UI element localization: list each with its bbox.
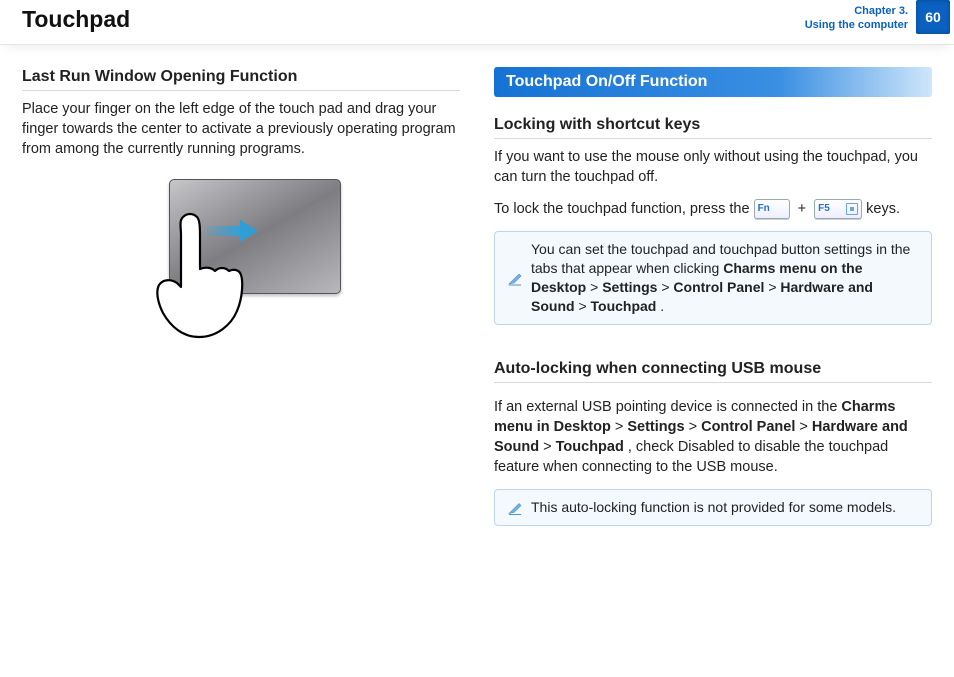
heading-locking: Locking with shortcut keys	[494, 115, 932, 139]
chapter-info: Chapter 3. Using the computer	[805, 4, 908, 32]
note-text: You can set the touchpad and touchpad bu…	[531, 240, 919, 316]
section-bar-onoff: Touchpad On/Off Function	[494, 67, 932, 97]
para-autolock: If an external USB pointing device is co…	[494, 397, 932, 477]
text-fragment: To lock the touchpad function, press the	[494, 201, 754, 217]
left-column: Last Run Window Opening Function Place y…	[22, 67, 460, 544]
path-segment: Settings	[602, 279, 657, 295]
finger-icon	[137, 211, 247, 341]
chapter-number: Chapter 3.	[805, 4, 908, 18]
note-icon	[507, 242, 523, 316]
plus-sign: +	[794, 201, 810, 217]
page-title: Touchpad	[22, 6, 130, 32]
path-segment: Control Panel	[673, 279, 764, 295]
path-segment: Touchpad	[556, 439, 624, 455]
breadcrumb-sep: >	[689, 419, 702, 435]
content-columns: Last Run Window Opening Function Place y…	[0, 67, 954, 544]
breadcrumb-sep: >	[799, 419, 812, 435]
breadcrumb-sep: >	[543, 439, 556, 455]
breadcrumb-sep: >	[590, 279, 602, 295]
para-locking-2: To lock the touchpad function, press the…	[494, 199, 932, 219]
key-f5: F5	[814, 199, 862, 219]
text-fragment: If an external USB pointing device is co…	[494, 399, 841, 415]
note-text: This auto-locking function is not provid…	[531, 498, 919, 517]
touchpad-illustration	[141, 179, 341, 294]
note-settings-path: You can set the touchpad and touchpad bu…	[494, 231, 932, 325]
touchpad-toggle-icon	[846, 203, 858, 215]
text-fragment: keys.	[866, 201, 900, 217]
right-column: Touchpad On/Off Function Locking with sh…	[494, 67, 932, 544]
path-segment: Settings	[627, 419, 684, 435]
key-fn: Fn	[754, 199, 790, 219]
breadcrumb-sep: >	[661, 279, 673, 295]
path-segment: Control Panel	[701, 419, 795, 435]
document-page: Touchpad Chapter 3. Using the computer 6…	[0, 0, 954, 677]
page-header: Touchpad Chapter 3. Using the computer 6…	[0, 0, 954, 45]
para-last-run: Place your finger on the left edge of th…	[22, 99, 460, 159]
breadcrumb-sep: >	[578, 298, 590, 314]
heading-last-run: Last Run Window Opening Function	[22, 67, 460, 91]
text-fragment: .	[660, 298, 664, 314]
breadcrumb-sep: >	[768, 279, 780, 295]
note-autolock-exception: This auto-locking function is not provid…	[494, 489, 932, 526]
para-locking-1: If you want to use the mouse only withou…	[494, 147, 932, 187]
chapter-name: Using the computer	[805, 18, 908, 32]
page-number-badge: 60	[916, 0, 950, 34]
key-f5-label: F5	[818, 203, 830, 214]
heading-autolock: Auto-locking when connecting USB mouse	[494, 359, 932, 383]
breadcrumb-sep: >	[615, 419, 628, 435]
path-segment: Touchpad	[591, 298, 657, 314]
note-icon	[507, 500, 523, 517]
